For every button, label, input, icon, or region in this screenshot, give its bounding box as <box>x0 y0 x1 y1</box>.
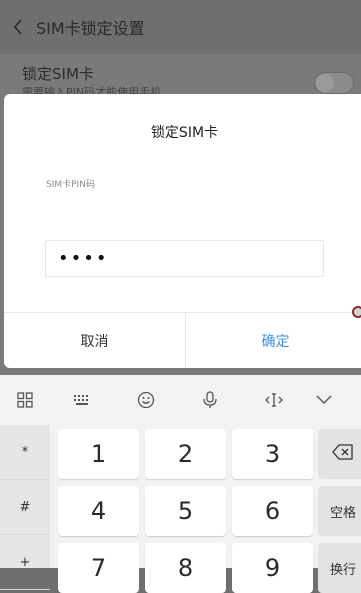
top-bar: SIM卡锁定设置 <box>0 0 361 54</box>
pin-field-label: SIM卡PIN码 <box>46 180 95 190</box>
symbol-key-star[interactable]: * <box>0 425 50 480</box>
key-8[interactable]: 8 <box>145 543 226 593</box>
key-9[interactable]: 9 <box>232 543 313 593</box>
microphone-icon[interactable] <box>178 375 242 425</box>
pin-input[interactable]: •••• <box>45 240 324 277</box>
key-1[interactable]: 1 <box>58 429 139 479</box>
space-key[interactable]: 空格 <box>318 486 361 536</box>
grid-icon[interactable] <box>0 375 50 425</box>
sim-lock-settings-screen: SIM卡锁定设置 锁定SIM卡 需要输入PIN码才能使用手机 锁定SIM卡 SI… <box>0 0 361 593</box>
key-4[interactable]: 4 <box>58 486 139 536</box>
numeric-keyboard: * # + 1 2 3 4 5 6 7 8 9 空格 换行 <box>0 375 361 593</box>
edge-marker <box>352 306 361 318</box>
back-icon[interactable] <box>0 0 36 54</box>
backspace-icon <box>332 444 354 464</box>
key-2[interactable]: 2 <box>145 429 226 479</box>
emoji-icon[interactable] <box>114 375 178 425</box>
collapse-icon[interactable] <box>306 375 342 425</box>
dialog-title: 锁定SIM卡 <box>150 125 219 141</box>
symbol-key-hash[interactable]: # <box>0 480 50 535</box>
symbol-key-plus[interactable]: + <box>0 535 50 590</box>
enter-key[interactable]: 换行 <box>318 543 361 593</box>
confirm-button[interactable]: 确定 <box>186 313 361 368</box>
key-5[interactable]: 5 <box>145 486 226 536</box>
keyboard-toolbar <box>0 375 361 425</box>
symbol-column: * # + <box>0 425 50 590</box>
key-6[interactable]: 6 <box>232 486 313 536</box>
cancel-button[interactable]: 取消 <box>4 313 185 368</box>
lock-sim-dialog: 锁定SIM卡 SIM卡PIN码 •••• 取消 确定 <box>4 94 361 368</box>
setting-title: 锁定SIM卡 <box>22 65 94 83</box>
key-3[interactable]: 3 <box>232 429 313 479</box>
backspace-button[interactable] <box>318 429 361 479</box>
key-7[interactable]: 7 <box>58 543 139 593</box>
toggle-knob <box>316 74 334 92</box>
cursor-icon[interactable] <box>242 375 306 425</box>
lock-sim-toggle[interactable] <box>314 72 354 94</box>
page-title: SIM卡锁定设置 <box>36 19 145 38</box>
keyboard-icon[interactable] <box>50 375 114 425</box>
